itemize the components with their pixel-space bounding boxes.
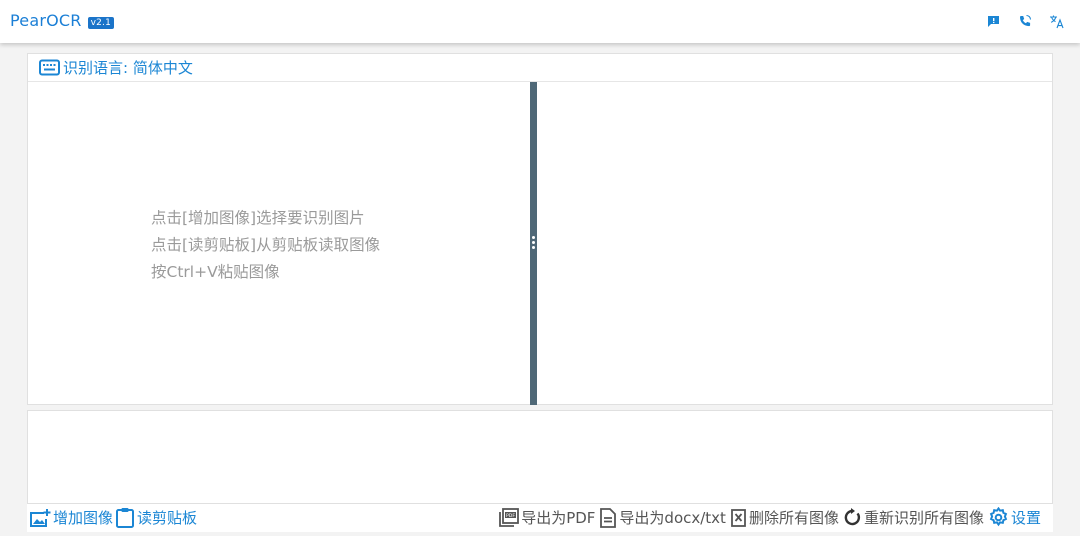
translate-icon[interactable] bbox=[1048, 13, 1066, 29]
hint-line-paste: 按Ctrl+V粘贴图像 bbox=[151, 263, 280, 281]
export-docx-button[interactable]: 导出为docx/txt bbox=[599, 507, 726, 528]
add-image-label: 增加图像 bbox=[53, 509, 114, 527]
reocr-all-label: 重新识别所有图像 bbox=[863, 509, 984, 527]
phone-icon[interactable] bbox=[1016, 13, 1034, 29]
version-badge: v2.1 bbox=[87, 17, 115, 29]
image-drop-area[interactable]: 点击[增加图像]选择要识别图片 点击[读剪贴板]从剪贴板读取图像 按Ctrl+V… bbox=[28, 82, 530, 404]
add-image-button[interactable]: 增加图像 bbox=[29, 507, 113, 528]
drag-handle-icon bbox=[532, 236, 535, 249]
clipboard-icon bbox=[115, 507, 135, 528]
document-icon bbox=[599, 507, 617, 528]
export-pdf-label: 导出为PDF bbox=[521, 509, 596, 527]
empty-hint: 点击[增加图像]选择要识别图片 点击[读剪贴板]从剪贴板读取图像 按Ctrl+V… bbox=[151, 205, 380, 286]
svg-text:PDF: PDF bbox=[506, 512, 515, 518]
pane-resize-handle[interactable] bbox=[530, 82, 537, 405]
language-label: 识别语言: 简体中文 bbox=[63, 59, 193, 77]
feedback-icon[interactable] bbox=[984, 13, 1002, 29]
add-image-icon bbox=[29, 508, 51, 528]
ocr-result-pane[interactable] bbox=[537, 82, 1052, 404]
ocr-workspace: 识别语言: 简体中文 点击[增加图像]选择要识别图片 点击[读剪贴板]从剪贴板读… bbox=[27, 53, 1053, 405]
keyboard-icon bbox=[39, 59, 60, 76]
refresh-icon bbox=[843, 508, 862, 527]
language-selector[interactable]: 识别语言: 简体中文 bbox=[28, 54, 1052, 82]
pdf-icon: PDF bbox=[498, 507, 520, 528]
export-pdf-button[interactable]: PDF 导出为PDF bbox=[498, 507, 595, 528]
bottom-toolbar: 增加图像 读剪贴板 PDF 导出为PDF 导出为docx/txt 删除所有图像 … bbox=[27, 504, 1053, 532]
hint-line-clipboard: 点击[读剪贴板]从剪贴板读取图像 bbox=[151, 236, 381, 254]
delete-all-button[interactable]: 删除所有图像 bbox=[730, 507, 839, 528]
thumbnail-strip[interactable] bbox=[27, 410, 1053, 504]
app-title: PearOCR v2.1 bbox=[10, 11, 115, 30]
read-clipboard-label: 读剪贴板 bbox=[137, 509, 198, 527]
gear-icon bbox=[988, 507, 1009, 528]
top-bar: PearOCR v2.1 bbox=[0, 0, 1080, 43]
delete-all-label: 删除所有图像 bbox=[748, 509, 839, 527]
settings-button[interactable]: 设置 bbox=[988, 507, 1041, 528]
export-docx-label: 导出为docx/txt bbox=[619, 509, 726, 527]
delete-icon bbox=[730, 508, 747, 527]
reocr-all-button[interactable]: 重新识别所有图像 bbox=[843, 507, 984, 528]
app-name: PearOCR bbox=[10, 11, 82, 30]
read-clipboard-button[interactable]: 读剪贴板 bbox=[115, 507, 197, 528]
settings-label: 设置 bbox=[1010, 509, 1041, 527]
hint-line-add-image: 点击[增加图像]选择要识别图片 bbox=[151, 209, 365, 227]
